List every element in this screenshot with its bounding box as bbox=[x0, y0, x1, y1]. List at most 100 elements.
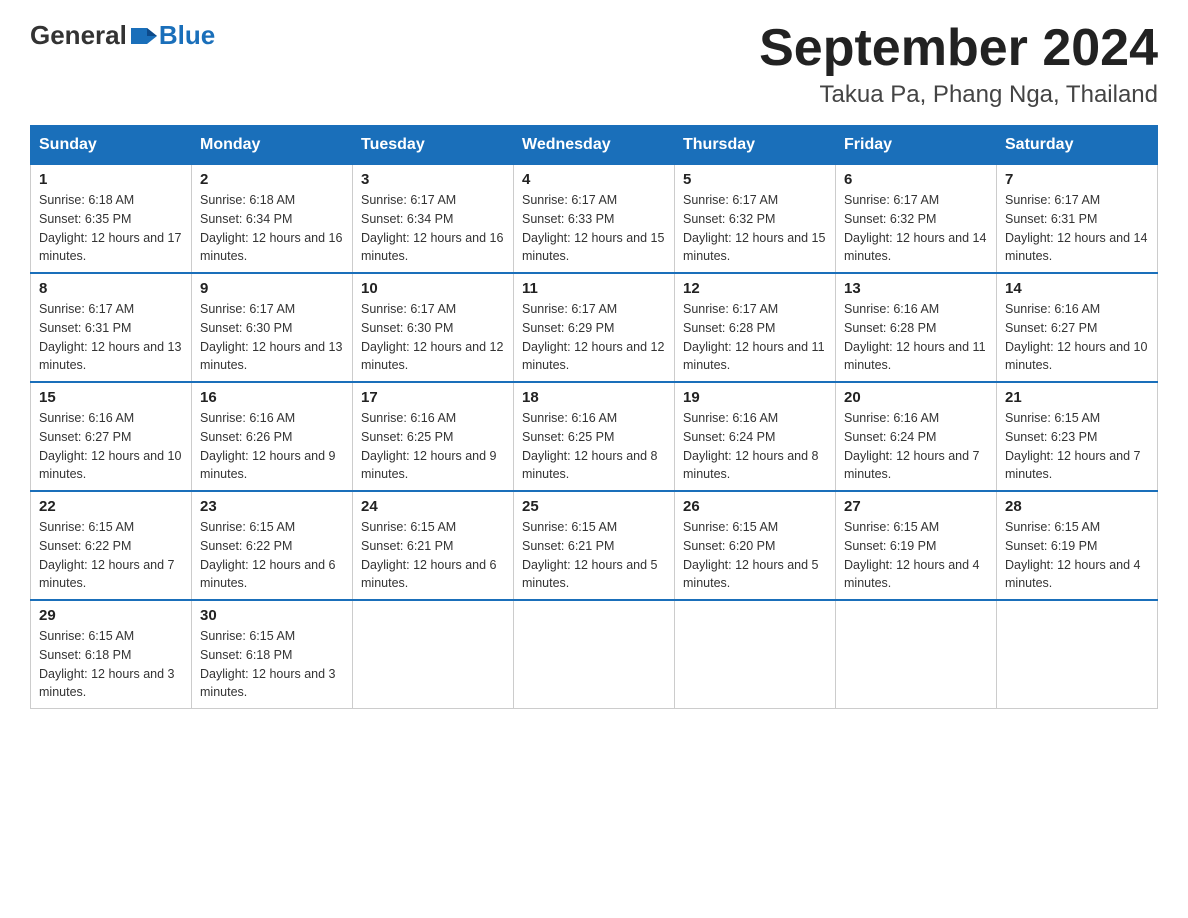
day-info: Sunrise: 6:18 AMSunset: 6:35 PMDaylight:… bbox=[39, 193, 181, 263]
calendar-cell: 10 Sunrise: 6:17 AMSunset: 6:30 PMDaylig… bbox=[353, 273, 514, 382]
day-info: Sunrise: 6:18 AMSunset: 6:34 PMDaylight:… bbox=[200, 193, 342, 263]
day-info: Sunrise: 6:17 AMSunset: 6:34 PMDaylight:… bbox=[361, 193, 503, 263]
day-number: 17 bbox=[361, 389, 505, 406]
day-number: 30 bbox=[200, 607, 344, 624]
day-number: 9 bbox=[200, 280, 344, 297]
calendar-cell: 24 Sunrise: 6:15 AMSunset: 6:21 PMDaylig… bbox=[353, 491, 514, 600]
day-info: Sunrise: 6:17 AMSunset: 6:33 PMDaylight:… bbox=[522, 193, 664, 263]
calendar-cell: 3 Sunrise: 6:17 AMSunset: 6:34 PMDayligh… bbox=[353, 165, 514, 274]
day-number: 23 bbox=[200, 498, 344, 515]
day-info: Sunrise: 6:17 AMSunset: 6:29 PMDaylight:… bbox=[522, 302, 664, 372]
calendar-cell: 15 Sunrise: 6:16 AMSunset: 6:27 PMDaylig… bbox=[31, 382, 192, 491]
weekday-header-saturday: Saturday bbox=[997, 126, 1158, 165]
location-title: Takua Pa, Phang Nga, Thailand bbox=[759, 81, 1158, 109]
day-info: Sunrise: 6:16 AMSunset: 6:24 PMDaylight:… bbox=[844, 411, 980, 481]
calendar-week-row: 22 Sunrise: 6:15 AMSunset: 6:22 PMDaylig… bbox=[31, 491, 1158, 600]
calendar-cell: 13 Sunrise: 6:16 AMSunset: 6:28 PMDaylig… bbox=[836, 273, 997, 382]
calendar-cell: 26 Sunrise: 6:15 AMSunset: 6:20 PMDaylig… bbox=[675, 491, 836, 600]
day-info: Sunrise: 6:17 AMSunset: 6:28 PMDaylight:… bbox=[683, 302, 825, 372]
day-info: Sunrise: 6:15 AMSunset: 6:22 PMDaylight:… bbox=[39, 520, 175, 590]
calendar-week-row: 8 Sunrise: 6:17 AMSunset: 6:31 PMDayligh… bbox=[31, 273, 1158, 382]
day-info: Sunrise: 6:15 AMSunset: 6:19 PMDaylight:… bbox=[1005, 520, 1141, 590]
day-number: 28 bbox=[1005, 498, 1149, 515]
day-number: 6 bbox=[844, 171, 988, 188]
day-number: 8 bbox=[39, 280, 183, 297]
day-info: Sunrise: 6:15 AMSunset: 6:19 PMDaylight:… bbox=[844, 520, 980, 590]
weekday-header-friday: Friday bbox=[836, 126, 997, 165]
day-number: 4 bbox=[522, 171, 666, 188]
day-info: Sunrise: 6:17 AMSunset: 6:31 PMDaylight:… bbox=[1005, 193, 1147, 263]
calendar-cell: 30 Sunrise: 6:15 AMSunset: 6:18 PMDaylig… bbox=[192, 600, 353, 709]
logo: General Blue bbox=[30, 20, 215, 51]
day-number: 14 bbox=[1005, 280, 1149, 297]
calendar-cell: 17 Sunrise: 6:16 AMSunset: 6:25 PMDaylig… bbox=[353, 382, 514, 491]
day-number: 1 bbox=[39, 171, 183, 188]
logo-general-text: General bbox=[30, 20, 127, 51]
day-info: Sunrise: 6:15 AMSunset: 6:20 PMDaylight:… bbox=[683, 520, 819, 590]
day-info: Sunrise: 6:17 AMSunset: 6:30 PMDaylight:… bbox=[200, 302, 342, 372]
day-number: 16 bbox=[200, 389, 344, 406]
weekday-header-sunday: Sunday bbox=[31, 126, 192, 165]
calendar-cell: 7 Sunrise: 6:17 AMSunset: 6:31 PMDayligh… bbox=[997, 165, 1158, 274]
day-number: 22 bbox=[39, 498, 183, 515]
day-info: Sunrise: 6:17 AMSunset: 6:32 PMDaylight:… bbox=[683, 193, 825, 263]
calendar-cell: 6 Sunrise: 6:17 AMSunset: 6:32 PMDayligh… bbox=[836, 165, 997, 274]
calendar-week-row: 15 Sunrise: 6:16 AMSunset: 6:27 PMDaylig… bbox=[31, 382, 1158, 491]
calendar-cell: 14 Sunrise: 6:16 AMSunset: 6:27 PMDaylig… bbox=[997, 273, 1158, 382]
day-info: Sunrise: 6:15 AMSunset: 6:23 PMDaylight:… bbox=[1005, 411, 1141, 481]
day-number: 15 bbox=[39, 389, 183, 406]
calendar-cell: 5 Sunrise: 6:17 AMSunset: 6:32 PMDayligh… bbox=[675, 165, 836, 274]
day-info: Sunrise: 6:17 AMSunset: 6:30 PMDaylight:… bbox=[361, 302, 503, 372]
day-number: 20 bbox=[844, 389, 988, 406]
weekday-header-tuesday: Tuesday bbox=[353, 126, 514, 165]
calendar-week-row: 1 Sunrise: 6:18 AMSunset: 6:35 PMDayligh… bbox=[31, 165, 1158, 274]
day-info: Sunrise: 6:17 AMSunset: 6:31 PMDaylight:… bbox=[39, 302, 181, 372]
day-info: Sunrise: 6:16 AMSunset: 6:26 PMDaylight:… bbox=[200, 411, 336, 481]
day-number: 2 bbox=[200, 171, 344, 188]
day-number: 21 bbox=[1005, 389, 1149, 406]
logo-icon bbox=[129, 22, 157, 50]
day-number: 24 bbox=[361, 498, 505, 515]
day-info: Sunrise: 6:16 AMSunset: 6:27 PMDaylight:… bbox=[1005, 302, 1147, 372]
calendar-cell: 29 Sunrise: 6:15 AMSunset: 6:18 PMDaylig… bbox=[31, 600, 192, 709]
calendar-cell: 1 Sunrise: 6:18 AMSunset: 6:35 PMDayligh… bbox=[31, 165, 192, 274]
day-number: 19 bbox=[683, 389, 827, 406]
calendar-cell: 21 Sunrise: 6:15 AMSunset: 6:23 PMDaylig… bbox=[997, 382, 1158, 491]
day-number: 13 bbox=[844, 280, 988, 297]
calendar-cell: 18 Sunrise: 6:16 AMSunset: 6:25 PMDaylig… bbox=[514, 382, 675, 491]
day-info: Sunrise: 6:16 AMSunset: 6:27 PMDaylight:… bbox=[39, 411, 181, 481]
page-header: General Blue September 2024 Takua Pa, Ph… bbox=[30, 20, 1158, 109]
day-info: Sunrise: 6:15 AMSunset: 6:18 PMDaylight:… bbox=[39, 629, 175, 699]
calendar-cell: 9 Sunrise: 6:17 AMSunset: 6:30 PMDayligh… bbox=[192, 273, 353, 382]
weekday-header-thursday: Thursday bbox=[675, 126, 836, 165]
day-number: 7 bbox=[1005, 171, 1149, 188]
day-info: Sunrise: 6:15 AMSunset: 6:22 PMDaylight:… bbox=[200, 520, 336, 590]
day-number: 12 bbox=[683, 280, 827, 297]
calendar-cell bbox=[514, 600, 675, 709]
day-info: Sunrise: 6:16 AMSunset: 6:25 PMDaylight:… bbox=[522, 411, 658, 481]
day-number: 26 bbox=[683, 498, 827, 515]
calendar-cell: 11 Sunrise: 6:17 AMSunset: 6:29 PMDaylig… bbox=[514, 273, 675, 382]
calendar-cell: 20 Sunrise: 6:16 AMSunset: 6:24 PMDaylig… bbox=[836, 382, 997, 491]
day-info: Sunrise: 6:15 AMSunset: 6:21 PMDaylight:… bbox=[522, 520, 658, 590]
day-info: Sunrise: 6:15 AMSunset: 6:18 PMDaylight:… bbox=[200, 629, 336, 699]
day-number: 25 bbox=[522, 498, 666, 515]
calendar-cell: 4 Sunrise: 6:17 AMSunset: 6:33 PMDayligh… bbox=[514, 165, 675, 274]
day-info: Sunrise: 6:16 AMSunset: 6:24 PMDaylight:… bbox=[683, 411, 819, 481]
weekday-header-monday: Monday bbox=[192, 126, 353, 165]
day-number: 3 bbox=[361, 171, 505, 188]
calendar-cell: 23 Sunrise: 6:15 AMSunset: 6:22 PMDaylig… bbox=[192, 491, 353, 600]
day-number: 27 bbox=[844, 498, 988, 515]
day-number: 29 bbox=[39, 607, 183, 624]
day-info: Sunrise: 6:16 AMSunset: 6:28 PMDaylight:… bbox=[844, 302, 986, 372]
title-area: September 2024 Takua Pa, Phang Nga, Thai… bbox=[759, 20, 1158, 109]
calendar-cell bbox=[836, 600, 997, 709]
day-info: Sunrise: 6:17 AMSunset: 6:32 PMDaylight:… bbox=[844, 193, 986, 263]
day-number: 18 bbox=[522, 389, 666, 406]
calendar-cell: 16 Sunrise: 6:16 AMSunset: 6:26 PMDaylig… bbox=[192, 382, 353, 491]
month-title: September 2024 bbox=[759, 20, 1158, 77]
calendar-cell bbox=[997, 600, 1158, 709]
day-number: 10 bbox=[361, 280, 505, 297]
calendar-cell: 19 Sunrise: 6:16 AMSunset: 6:24 PMDaylig… bbox=[675, 382, 836, 491]
calendar-cell bbox=[675, 600, 836, 709]
